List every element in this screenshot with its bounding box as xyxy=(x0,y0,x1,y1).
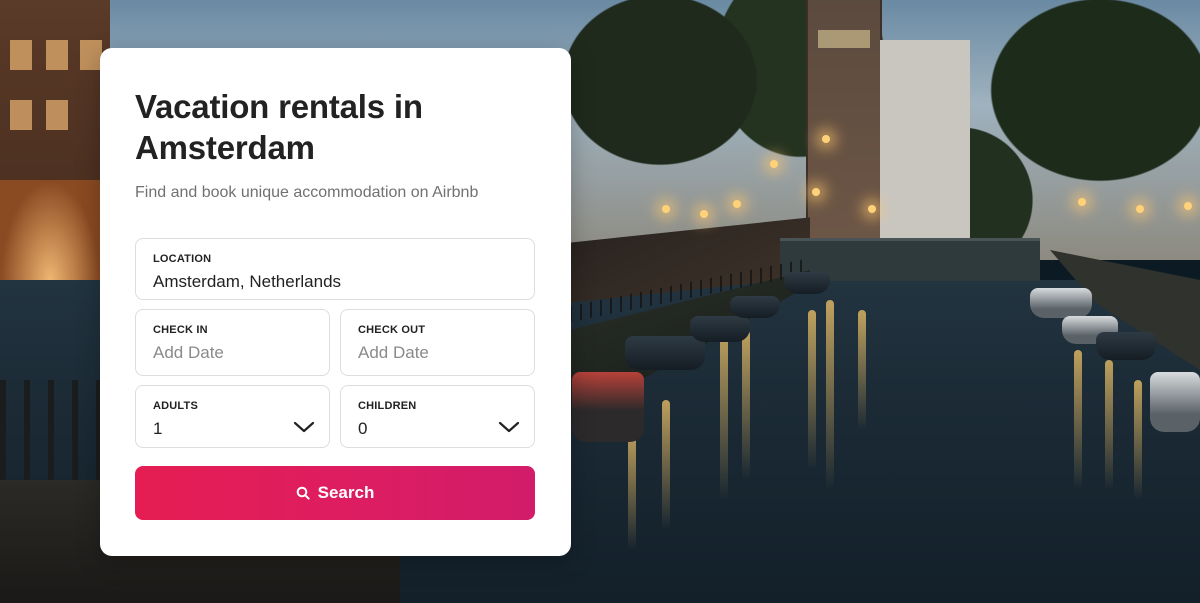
window xyxy=(46,40,68,70)
street-lamp xyxy=(700,210,708,218)
boat xyxy=(1030,288,1092,318)
window xyxy=(46,100,68,130)
light-reflection xyxy=(720,330,728,500)
location-input[interactable] xyxy=(153,271,518,293)
street-lamp xyxy=(662,205,670,213)
location-label: LOCATION xyxy=(153,253,212,265)
light-reflection xyxy=(826,300,834,490)
window xyxy=(80,40,102,70)
adults-select[interactable]: ADULTS 1 xyxy=(135,385,330,448)
check-out-field[interactable]: CHECK OUT Add Date xyxy=(340,309,535,376)
children-value[interactable]: 0 xyxy=(358,418,518,440)
museum-building xyxy=(880,40,970,240)
boat xyxy=(1150,372,1200,432)
check-out-label: CHECK OUT xyxy=(358,324,426,336)
street-lamp xyxy=(868,205,876,213)
boat xyxy=(730,296,780,318)
check-in-field[interactable]: CHECK IN Add Date xyxy=(135,309,330,376)
light-reflection xyxy=(742,330,750,480)
light-reflection xyxy=(1134,380,1142,500)
boat xyxy=(625,336,705,370)
window xyxy=(10,100,32,130)
page-subtitle: Find and book unique accommodation on Ai… xyxy=(135,184,479,201)
light-reflection xyxy=(858,310,866,430)
search-button[interactable]: Search xyxy=(135,466,535,520)
light-reflection xyxy=(628,430,636,550)
street-lamp xyxy=(822,135,830,143)
check-out-input[interactable]: Add Date xyxy=(358,342,518,364)
check-in-input[interactable]: Add Date xyxy=(153,342,313,364)
light-reflection xyxy=(1105,360,1113,490)
chevron-down-icon[interactable] xyxy=(293,420,315,434)
boat xyxy=(572,372,644,442)
search-button-label: Search xyxy=(317,483,375,502)
light-reflection xyxy=(662,400,670,530)
street-lamp xyxy=(770,160,778,168)
boat xyxy=(690,316,750,342)
check-in-label: CHECK IN xyxy=(153,324,208,336)
chevron-down-icon[interactable] xyxy=(498,420,520,434)
location-field[interactable]: LOCATION xyxy=(135,238,535,300)
street-lamp xyxy=(1078,198,1086,206)
adults-label: ADULTS xyxy=(153,400,198,412)
boat xyxy=(1096,332,1156,360)
street-lamp xyxy=(1184,202,1192,210)
clock-tower xyxy=(806,0,882,240)
light-reflection xyxy=(1074,350,1082,490)
street-lamp xyxy=(733,200,741,208)
street-lamp xyxy=(1136,205,1144,213)
window xyxy=(10,40,32,70)
boat xyxy=(784,272,830,294)
page-title: Vacation rentals in Amsterdam xyxy=(135,88,423,166)
adults-value[interactable]: 1 xyxy=(153,418,313,440)
railing-left xyxy=(0,380,110,480)
light-reflection xyxy=(808,310,816,470)
search-card: Vacation rentals in Amsterdam Find and b… xyxy=(100,48,571,556)
children-label: CHILDREN xyxy=(358,400,417,412)
search-icon xyxy=(296,486,310,500)
street-lamp xyxy=(812,188,820,196)
children-select[interactable]: CHILDREN 0 xyxy=(340,385,535,448)
